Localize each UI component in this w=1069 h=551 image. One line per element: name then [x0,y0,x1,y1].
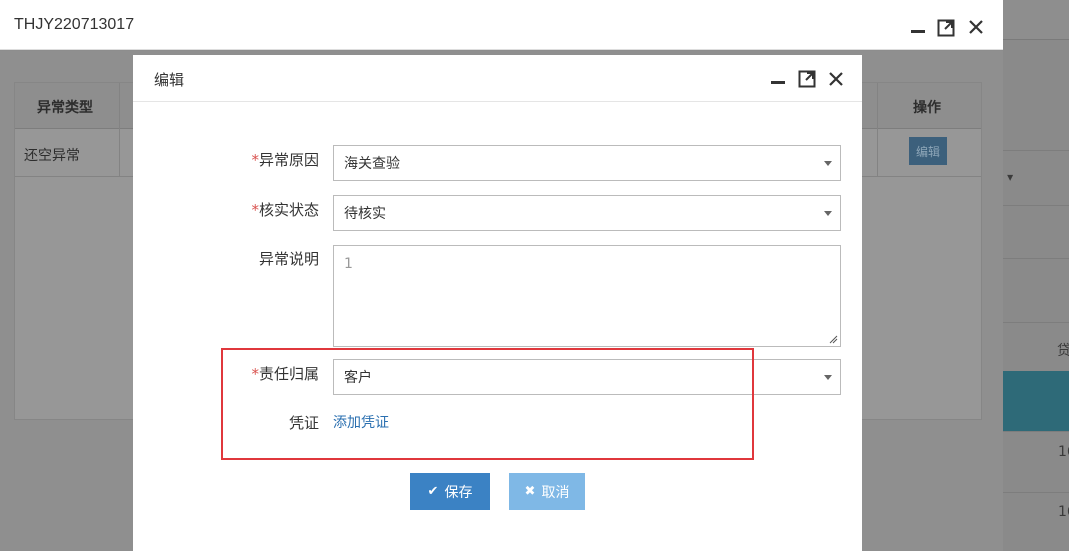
required-mark: * [251,201,259,219]
save-button-label: 保存 [444,484,473,501]
background-cell-text: 16 [1058,504,1069,520]
description-textarea[interactable]: 1 [333,245,841,347]
column-header-type: 异常类型 [37,100,93,116]
status-label: *核实状态 [133,199,319,220]
modal-title: 编辑 [154,71,185,89]
close-icon[interactable] [965,16,987,38]
outer-dialog-header: THJY220713017 [0,0,1003,50]
description-label: 异常说明 [258,250,319,268]
maximize-icon[interactable] [796,68,818,90]
add-voucher-link[interactable]: 添加凭证 [333,412,389,432]
save-button[interactable]: ✔ 保存 [410,473,490,510]
reason-select[interactable]: 海关查验 [333,145,841,181]
edit-modal: 编辑 *异常原因 海关查验 *核实状态 待核实 异常说明 1 *责任归属 客户 … [133,55,862,551]
status-select-value: 待核实 [344,206,386,222]
cancel-button-label: 取消 [541,484,570,501]
responsibility-label-text: 责任归属 [258,365,319,383]
close-icon: ✖ [524,484,536,499]
row-edit-button[interactable]: 编辑 [909,137,947,165]
background-row-line [1003,322,1069,323]
background-selected-row [1003,371,1069,431]
responsibility-label: *责任归属 [133,363,319,384]
close-icon[interactable] [825,68,847,90]
background-row-line [1003,258,1069,259]
reason-select-value: 海关查验 [344,156,400,172]
background-header-text: 贷 [1057,343,1069,359]
required-mark: * [251,151,259,169]
background-row-line [1003,150,1069,151]
description-value: 1 [344,256,353,272]
required-mark: * [251,365,259,383]
minimize-icon[interactable] [907,17,929,39]
cancel-button[interactable]: ✖ 取消 [509,473,585,510]
chevron-down-icon [824,375,832,380]
outer-dialog-title: THJY220713017 [14,16,135,33]
chevron-down-icon [824,211,832,216]
chevron-down-icon [824,161,832,166]
background-right-area [1003,40,1069,551]
reason-label: *异常原因 [133,149,319,170]
check-icon: ✔ [427,484,439,499]
column-header-action: 操作 [913,100,941,116]
responsibility-select-value: 客户 [344,370,372,386]
minimize-icon[interactable] [767,68,789,90]
background-cell-text: 16 [1058,444,1069,460]
resize-grip-icon[interactable] [829,335,838,344]
background-row-line [1003,492,1069,493]
maximize-icon[interactable] [935,17,957,39]
table-cell-type: 还空异常 [24,148,80,164]
background-row-line [1003,205,1069,206]
responsibility-select[interactable]: 客户 [333,359,841,395]
background-top-strip [1003,0,1069,40]
status-label-text: 核实状态 [258,201,319,219]
voucher-label: 凭证 [288,414,319,432]
reason-label-text: 异常原因 [258,151,319,169]
status-select[interactable]: 待核实 [333,195,841,231]
modal-header: 编辑 [133,55,862,102]
background-row-line [1003,431,1069,432]
